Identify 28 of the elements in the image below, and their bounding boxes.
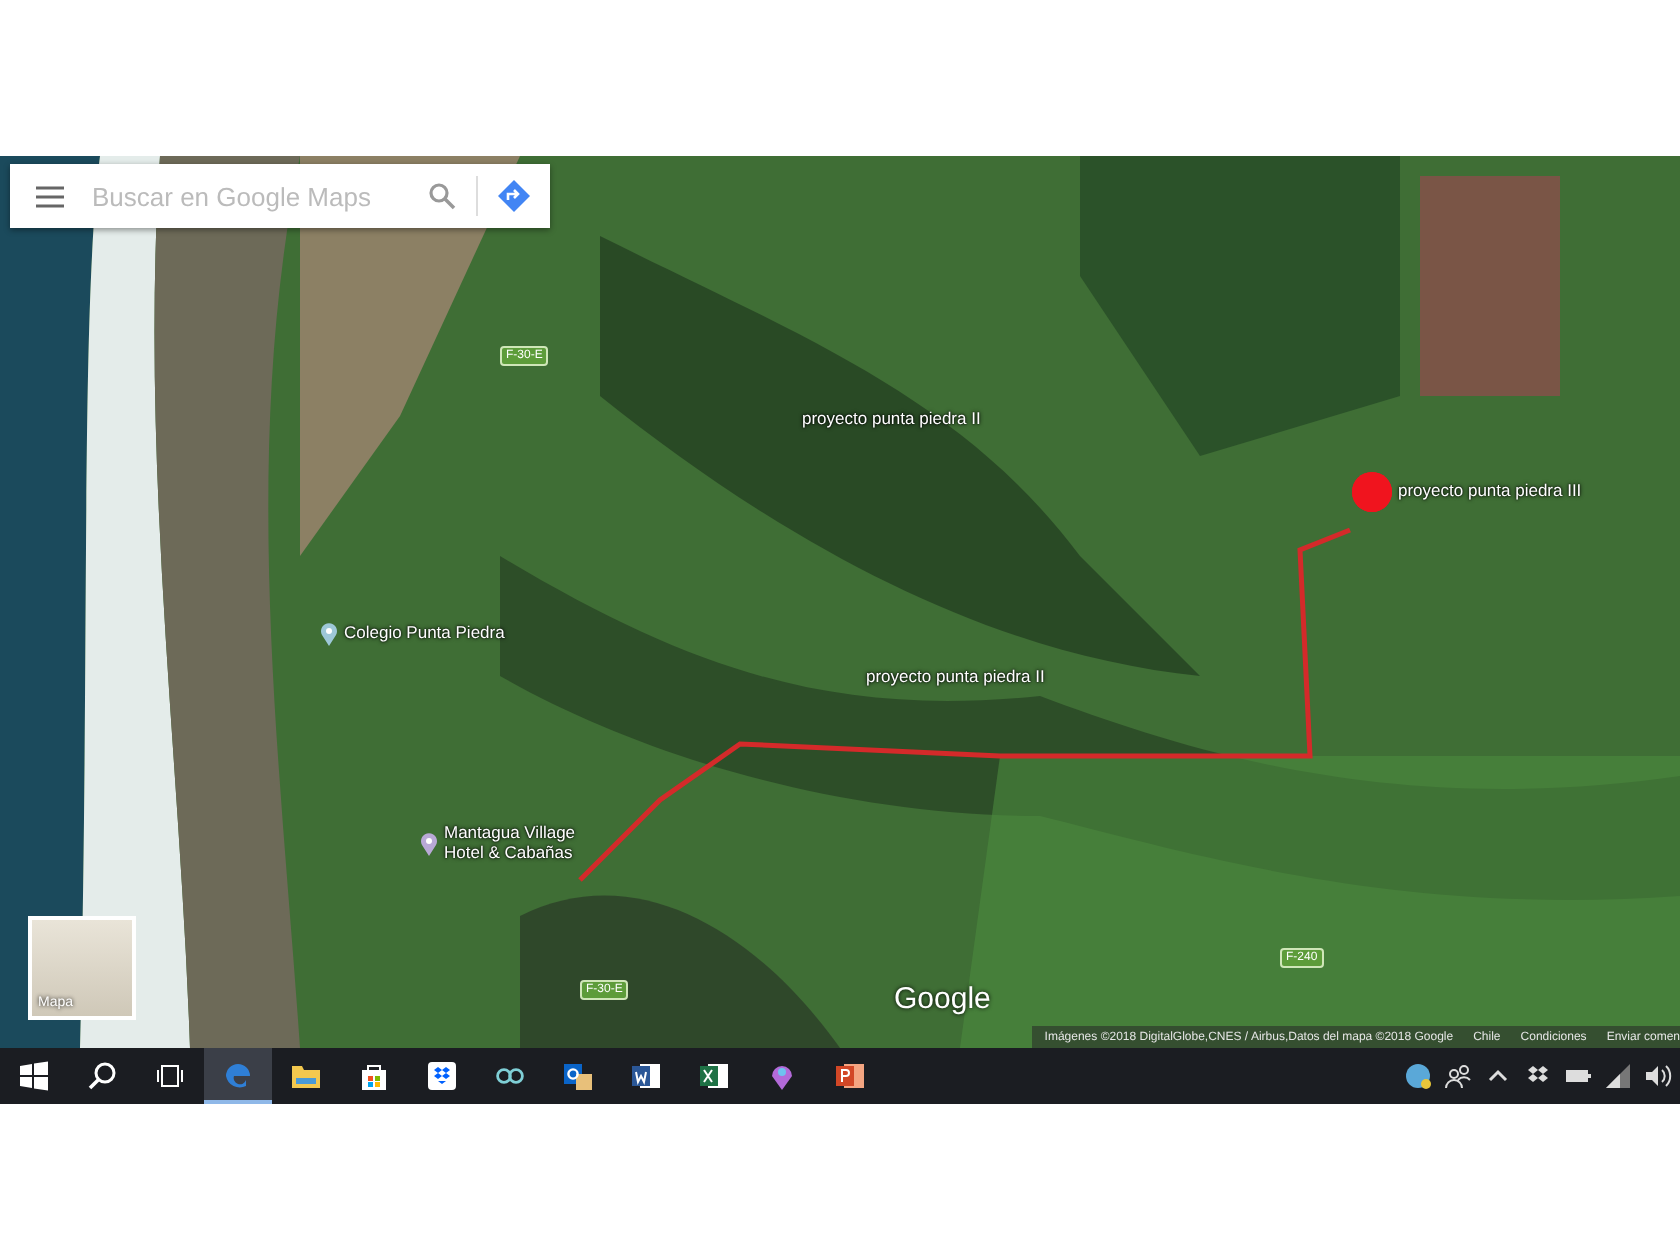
place-label[interactable]: proyecto punta piedra II: [866, 668, 1045, 688]
map-pin-icon: [766, 1060, 798, 1092]
document-app-icon: [630, 1060, 662, 1092]
google-logo: Google: [894, 982, 991, 1016]
menu-icon[interactable]: [36, 185, 64, 207]
map-pin-icon[interactable]: [420, 831, 438, 856]
search-box[interactable]: Buscar en Google Maps: [10, 164, 550, 228]
place-label[interactable]: proyecto punta piedra III: [1398, 482, 1582, 502]
browser-icon: [222, 1058, 254, 1090]
map-pin-icon[interactable]: [320, 622, 338, 646]
people-icon[interactable]: [1444, 1062, 1472, 1090]
presentation-app-icon: [834, 1060, 866, 1092]
place-label[interactable]: Colegio Punta Piedra: [344, 624, 505, 644]
spreadsheet-app-icon: [698, 1060, 730, 1092]
box-icon: [426, 1060, 458, 1092]
windows-icon: [18, 1060, 50, 1092]
search-field[interactable]: Buscar en Google Maps: [88, 179, 408, 213]
search-icon: [86, 1060, 118, 1092]
speaker-icon[interactable]: [1644, 1062, 1672, 1090]
task-view-icon: [154, 1060, 186, 1092]
mail-app-icon: [562, 1060, 594, 1092]
shopping-bag-icon: [358, 1060, 390, 1092]
directions-icon[interactable]: [498, 180, 530, 212]
folder-icon: [290, 1060, 322, 1092]
search-icon[interactable]: [428, 182, 456, 210]
place-label[interactable]: proyecto punta piedra II: [802, 410, 981, 430]
place-label[interactable]: Mantagua Village Hotel & Cabañas: [444, 824, 608, 864]
globe-icon[interactable]: [1404, 1062, 1432, 1090]
